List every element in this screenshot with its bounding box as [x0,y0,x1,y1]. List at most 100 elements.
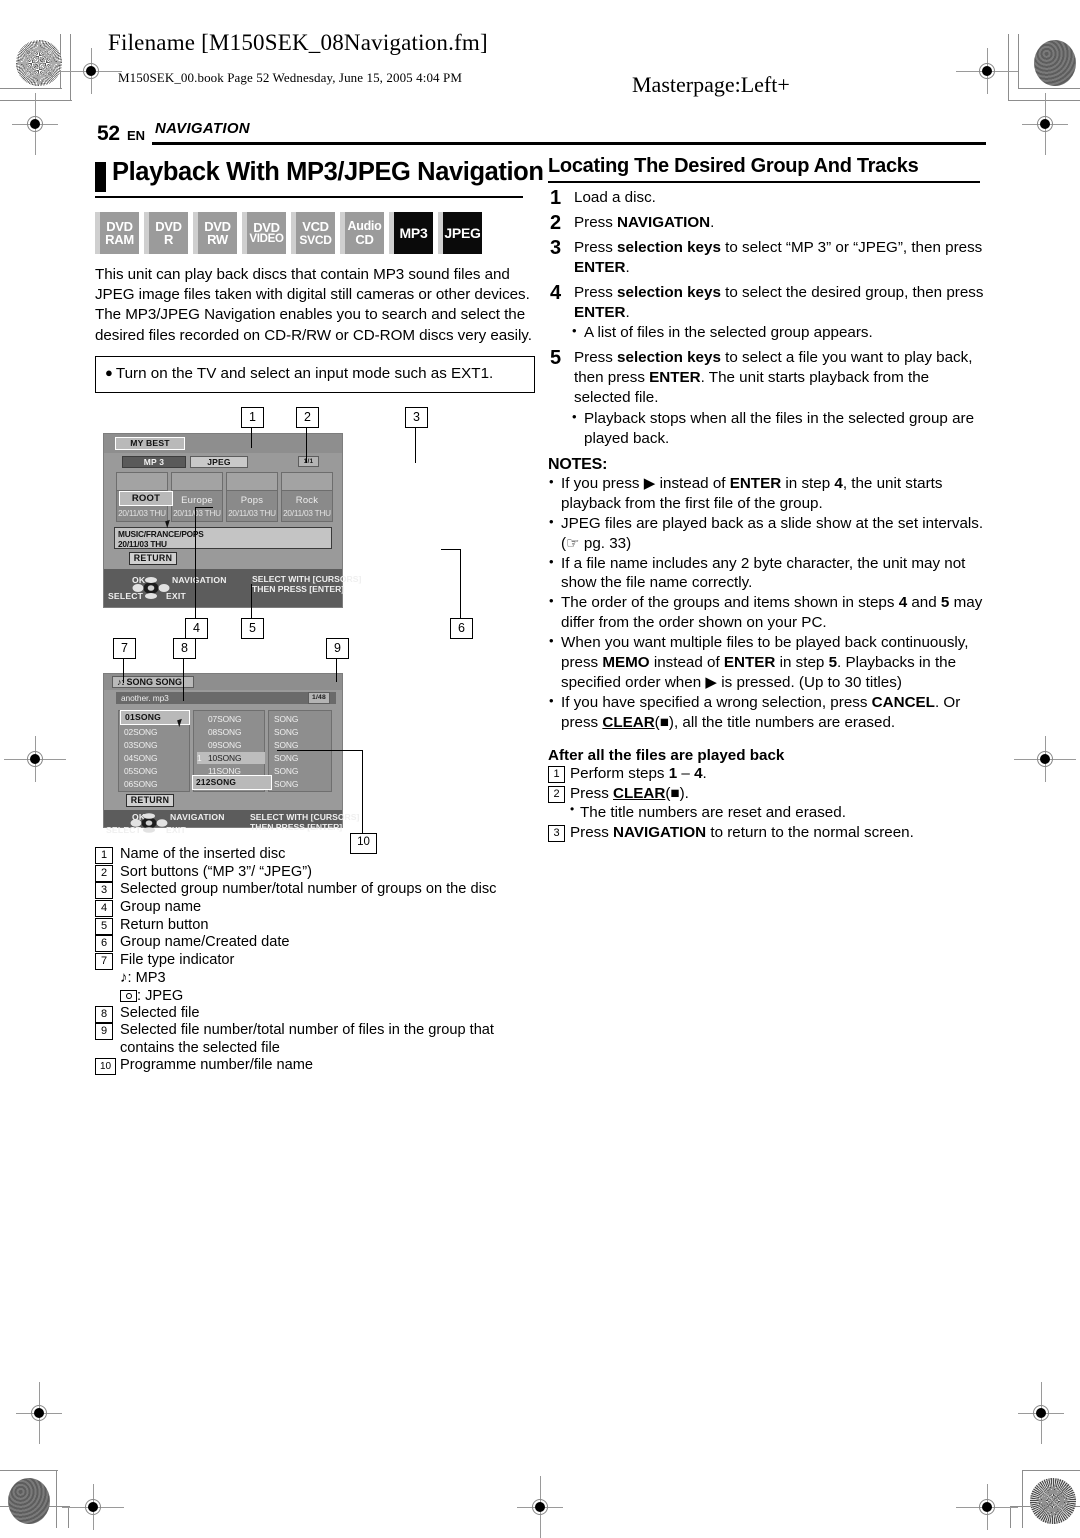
callout-2: 2 [296,406,319,428]
disc-badge-dvd-r: DVD R [144,212,188,254]
group-date: 20/11/03 THU [228,509,276,519]
chapter-title: NAVIGATION [155,120,250,137]
legend-item: 10 Programme number/file name [95,1057,545,1076]
help-hint: SELECT WITH [CURSORS] THEN PRESS [ENTER] [250,812,359,832]
file-row[interactable]: SONG [274,726,332,738]
callout-4: 4 [185,617,208,639]
legend-text: File type indicator [120,951,235,968]
badge-line2: VIDEO [249,232,284,245]
legend-item: 6 Group name/Created date [95,934,545,953]
step-2: 2 Press NAVIGATION. [548,212,986,234]
group-card-4[interactable]: Rock 20/11/03 THU [281,471,333,522]
file-row[interactable]: 08SONG [197,726,265,738]
file-name: 09SONG [208,739,242,750]
return-button[interactable]: RETURN [129,551,177,565]
registration-mark [1022,93,1068,155]
help-hint: SELECT WITH [CURSORS] THEN PRESS [ENTER] [252,574,361,594]
crop-line [0,1470,58,1472]
legend-number: 5 [95,917,113,935]
registration-blob [1034,40,1076,86]
note-item: If you press ▶ instead of ENTER in step … [548,473,986,514]
legend-text: Selected file [120,1004,200,1021]
file-row[interactable]: 09SONG [197,739,265,751]
after-step-text: Perform steps 1 – 4. [570,764,707,782]
leader-line [183,656,185,701]
registration-mark [62,1484,124,1530]
leader-line [251,425,253,448]
file-row[interactable]: 02SONG [124,726,190,738]
callout-9: 9 [326,637,349,659]
page-title: Playback With MP3/JPEG Navigation [112,158,544,186]
file-row[interactable]: 05SONG [124,765,190,777]
legend-text: Return button [120,916,209,933]
current-file-bar: another. mp3 [116,691,336,704]
file-row[interactable]: SONG [274,778,332,790]
crop-line [70,34,72,100]
legend-item: 1 Name of the inserted disc [95,846,545,864]
file-row[interactable]: SONG [274,765,332,777]
registration-starburst [1030,1478,1076,1524]
step-text: Press selection keys to select a file yo… [574,349,973,407]
registration-mark [60,48,122,94]
header-rule [152,142,986,145]
legend-item: 2 Sort buttons (“MP 3”/ “JPEG”) [95,864,545,882]
crop-line [1008,34,1010,100]
step-4-note: A list of files in the selected group ap… [548,322,986,343]
title-rule [95,196,523,198]
help-hint-line2: THEN PRESS [ENTER] [252,583,345,594]
tv-input-note-text: Turn on the TV and select an input mode … [115,364,494,382]
registration-starburst [16,40,62,86]
note-item: When you want multiple files to be playe… [548,632,986,693]
sort-tab-mp3[interactable]: MP 3 [122,455,186,468]
file-row[interactable]: 03SONG [124,739,190,751]
file-row[interactable]: SONG [274,752,332,764]
legend-text: Selected group number/total number of gr… [120,881,497,898]
after-step-text: Press NAVIGATION to return to the normal… [570,824,914,842]
legend-text: Group name/Created date [120,934,290,951]
badge-line1: DVD [155,218,182,234]
masterpage-label: Masterpage:Left+ [632,72,790,97]
intro-paragraph: This unit can play back discs that conta… [95,266,532,344]
legend-number: 2 [95,864,113,882]
file-row[interactable]: SONG [274,713,332,725]
title-accent-bar [95,162,106,192]
group-card-2[interactable]: Europe 20/11/03 THU [171,471,223,522]
group-thumbnail [172,472,222,491]
callout-8: 8 [173,637,196,659]
book-info-line: M150SEK_00.book Page 52 Wednesday, June … [118,70,462,85]
section-title-block: Playback With MP3/JPEG Navigation [95,158,544,200]
file-row[interactable]: 07SONG [197,713,265,725]
file-name: 08SONG [208,726,242,737]
file-counter: 1/48 [308,691,330,704]
step-1: 1 Load a disc. [548,187,986,209]
legend-item: 9 Selected file number/total number of fi… [95,1022,545,1056]
camera-icon [120,989,137,1002]
file-row[interactable]: 1 10SONG [197,751,265,764]
return-button[interactable]: RETURN [126,793,174,807]
selected-group-box[interactable]: ROOT [119,490,173,506]
registration-mark [956,1484,1018,1530]
step-number: 5 [550,347,562,370]
sort-tab-jpeg[interactable]: JPEG [190,455,248,468]
legend-item: 5 Return button [95,916,545,935]
file-row[interactable]: 04SONG [124,752,190,764]
note-item: The order of the groups and items shown … [548,592,986,633]
help-exit-label: EXIT [166,824,186,835]
disc-badge-mp3: MP3 [389,212,433,254]
group-card-3[interactable]: Pops 20/11/03 THU [226,471,278,522]
legend-item: 4 Group name [95,899,545,917]
notes-heading: NOTES: [548,455,608,473]
programmed-file-box[interactable]: 2 12SONG [192,774,272,790]
group-thumbnail [117,472,167,491]
group-date: 20/11/03 THU [283,509,331,519]
badge-line1: DVD [106,218,133,234]
badge-line1: VCD [302,219,329,235]
after-step-number: 1 [548,765,565,783]
group-title-text: SONG SONG [126,676,183,687]
leader-line [441,548,461,551]
file-row[interactable]: 06SONG [124,778,190,790]
legend-number: 7 [95,952,113,970]
crop-line [1018,88,1080,90]
legend-item: 8 Selected file [95,1004,545,1023]
programme-number: 1 [197,752,202,763]
